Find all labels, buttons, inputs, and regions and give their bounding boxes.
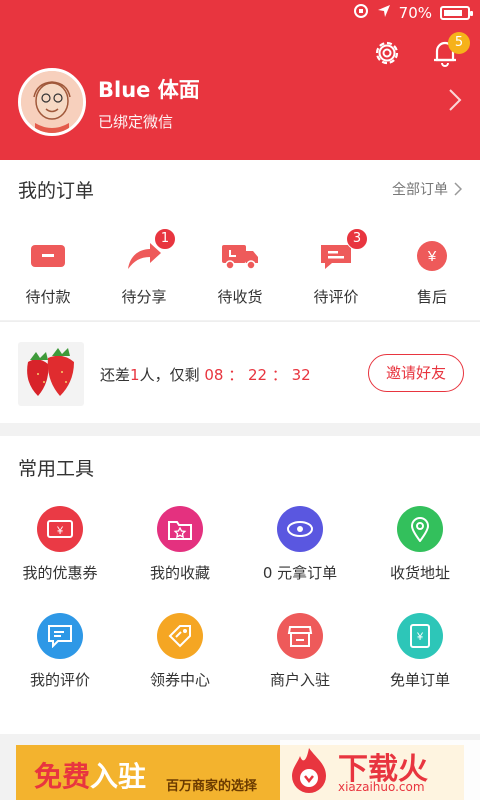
tool-zero-yuan-orders[interactable]: 0 元拿订单 [240, 506, 360, 583]
notification-count-badge: 5 [448, 32, 470, 54]
tool-label: 免单订单 [389, 671, 450, 689]
gear-icon [375, 41, 399, 65]
tool-label: 商户入驻 [269, 671, 330, 689]
svg-text:¥: ¥ [56, 525, 64, 537]
orders-title: 我的订单 [18, 179, 95, 202]
watermark-url: xiazaihuo.com [338, 780, 425, 794]
order-pending-receipt[interactable]: 待收货 [195, 236, 285, 307]
countdown-timer: 08 ： 22 ： 32 [204, 366, 311, 384]
banner-free-text: 免费 [34, 760, 91, 793]
tool-label: 我的收藏 [149, 564, 210, 582]
location-pin-icon [397, 506, 443, 552]
order-pending-payment[interactable]: 待付款 [3, 236, 93, 307]
settings-button[interactable] [370, 36, 404, 70]
order-label: 售后 [416, 288, 447, 306]
tool-coupon-center[interactable]: 领券中心 [120, 613, 240, 690]
my-orders-section: 我的订单 全部订单 待付款 1 待分享 待收货 3 待评价 ¥ 售后 [0, 160, 480, 320]
eye-icon [277, 506, 323, 552]
location-icon [377, 4, 391, 22]
share-icon: 1 [124, 228, 176, 276]
battery-icon [440, 6, 473, 20]
tool-my-reviews[interactable]: 我的评价 [0, 613, 120, 690]
tools-header: 常用工具 [0, 436, 480, 498]
all-orders-label: 全部订单 [392, 182, 448, 198]
common-tools-section: 常用工具 ¥ 我的优惠券 我的收藏 0 元拿订单 收货地址 我的评价 领券中心 … [0, 436, 480, 734]
profile-header: 70% 5 Blue 体面 已绑定微信 [0, 0, 480, 160]
comment-icon: 3 [316, 228, 368, 276]
order-label: 待收货 [217, 288, 263, 306]
banner-join-text: 入驻 [90, 760, 147, 793]
yen-coin-icon: ¥ [412, 236, 452, 276]
invite-friends-button[interactable]: 邀请好友 [368, 354, 464, 392]
tool-my-favorites[interactable]: 我的收藏 [120, 506, 240, 583]
order-label: 待分享 [121, 288, 167, 306]
notifications-button[interactable]: 5 [428, 32, 470, 70]
review-count-badge: 3 [346, 228, 368, 250]
wallet-icon [28, 236, 68, 276]
order-label: 待付款 [25, 288, 71, 306]
share-count-badge: 1 [154, 228, 176, 250]
svg-text:¥: ¥ [427, 248, 437, 265]
lock-rotation-icon [353, 3, 369, 23]
order-after-sale[interactable]: ¥ 售后 [387, 236, 477, 307]
status-bar: 70% [0, 0, 480, 26]
wechat-bound-status: 已绑定微信 [98, 113, 174, 131]
order-pending-review[interactable]: 3 待评价 [291, 228, 381, 307]
tool-label: 我的评价 [29, 671, 90, 689]
receipt-icon: ¥ [397, 613, 443, 659]
group-text-prefix: 还差 [100, 366, 131, 384]
all-orders-link[interactable]: 全部订单 [392, 179, 462, 199]
battery-text: 70% [398, 4, 432, 22]
product-thumbnail[interactable] [18, 342, 84, 406]
orders-header: 我的订单 全部订单 [0, 160, 480, 218]
group-remaining-count: 1 [130, 366, 140, 384]
user-name: Blue 体面 [98, 78, 200, 102]
banner-subtitle: 百万商家的选择 [166, 779, 258, 794]
group-text-mid: 人，仅剩 [139, 366, 200, 384]
fire-logo-icon [292, 748, 326, 793]
store-icon [277, 613, 323, 659]
avatar[interactable] [18, 68, 86, 136]
tools-title: 常用工具 [18, 457, 95, 480]
profile-arrow-icon[interactable] [448, 88, 462, 116]
truck-icon [220, 236, 260, 276]
order-label: 待评价 [313, 288, 359, 306]
tag-icon [157, 613, 203, 659]
tool-shipping-address[interactable]: 收货地址 [360, 506, 480, 583]
tool-label: 收货地址 [389, 564, 450, 582]
tool-label: 我的优惠券 [22, 564, 98, 582]
order-pending-share[interactable]: 1 待分享 [99, 228, 189, 307]
group-buy-card: 还差1人，仅剩 08 ： 22 ： 32 邀请好友 [0, 321, 480, 423]
star-folder-icon [157, 506, 203, 552]
chevron-right-icon [454, 182, 462, 196]
site-watermark: 下载火 xiazaihuo.com [280, 740, 480, 800]
tool-label: 0 元拿订单 [262, 564, 338, 582]
tool-my-coupons[interactable]: ¥ 我的优惠券 [0, 506, 120, 583]
coupon-icon: ¥ [37, 506, 83, 552]
svg-text:¥: ¥ [416, 631, 424, 643]
tool-free-orders[interactable]: ¥ 免单订单 [360, 613, 480, 690]
tool-merchant-join[interactable]: 商户入驻 [240, 613, 360, 690]
message-icon [37, 613, 83, 659]
group-buy-status: 还差1人，仅剩 08 ： 22 ： 32 [100, 364, 311, 385]
tool-label: 领券中心 [149, 671, 210, 689]
banner-headline: 免费入驻 [34, 755, 146, 795]
